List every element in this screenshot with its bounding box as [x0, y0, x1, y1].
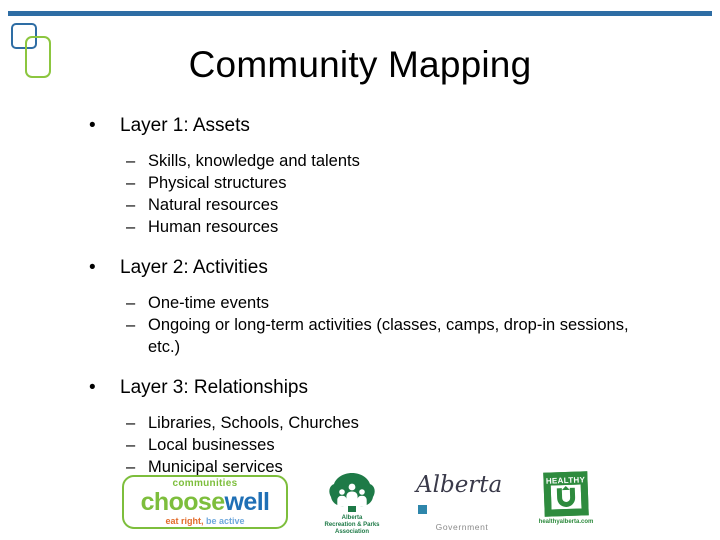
- list-item: – One-time events: [0, 292, 720, 314]
- list-item-text: Natural resources: [148, 196, 279, 214]
- choosewell-logo: communities choosewell eat right, be act…: [122, 475, 288, 529]
- bullet-icon: •: [89, 115, 96, 136]
- choosewell-word-choose: choose: [140, 488, 226, 516]
- healthy-u-letter: [550, 483, 582, 513]
- layer-heading-text: Layer 1: Assets: [120, 115, 250, 136]
- header-accent-bar: [8, 11, 712, 16]
- list-item-text: One-time events: [148, 294, 270, 312]
- dash-icon: –: [126, 294, 136, 312]
- alberta-government-subtitle: Government: [435, 521, 489, 532]
- alberta-wordmark: Alberta: [416, 473, 508, 521]
- alberta-wordmark-text: Alberta: [416, 471, 503, 498]
- layer-block-2: • Layer 2: Activities – One-time events …: [0, 254, 720, 358]
- layer-heading-2: • Layer 2: Activities: [0, 254, 720, 281]
- dash-icon: –: [126, 218, 136, 236]
- healthy-u-logo: HEALTHY healthyalberta.com: [534, 471, 598, 532]
- bullet-icon: •: [89, 257, 96, 278]
- tree-icon: [327, 472, 377, 514]
- alberta-recreation-parks-logo: Alberta Recreation & Parks Association: [314, 472, 390, 535]
- list-item-text: Ongoing or long-term activities (classes…: [148, 316, 629, 356]
- list-item-text: Libraries, Schools, Churches: [148, 414, 359, 432]
- arpa-line-2: Recreation & Parks: [324, 522, 380, 528]
- bullet-icon: •: [89, 377, 96, 398]
- dash-icon: –: [126, 196, 136, 214]
- healthy-u-url: healthyalberta.com: [538, 519, 594, 525]
- choosewell-tagline: eat right, be active: [165, 516, 244, 526]
- alberta-government-logo: Alberta Government: [416, 473, 508, 532]
- list-item: – Physical structures: [0, 172, 720, 194]
- list-item-text: Physical structures: [148, 174, 287, 192]
- arpa-line-1: Alberta: [341, 515, 363, 521]
- layer-block-1: • Layer 1: Assets – Skills, knowledge an…: [0, 112, 720, 238]
- layer-heading-text: Layer 2: Activities: [120, 257, 268, 278]
- arpa-name: Alberta Recreation & Parks Association: [324, 515, 379, 536]
- choosewell-tagline-first: eat right,: [165, 516, 204, 526]
- alberta-square-icon: [418, 504, 427, 514]
- choosewell-tagline-second: be active: [203, 516, 245, 526]
- list-item: – Local businesses: [0, 434, 720, 456]
- arpa-line-3: Association: [334, 529, 369, 535]
- footer-logo-strip: communities choosewell eat right, be act…: [0, 469, 720, 535]
- choosewell-word-well: well: [224, 488, 270, 516]
- layer-heading-text: Layer 3: Relationships: [120, 377, 308, 398]
- dash-icon: –: [126, 174, 136, 192]
- dash-icon: –: [126, 316, 136, 334]
- list-item: – Human resources: [0, 216, 720, 238]
- dash-icon: –: [126, 436, 136, 454]
- list-item-text: Human resources: [148, 218, 279, 236]
- dash-icon: –: [126, 152, 136, 170]
- layer-block-3: • Layer 3: Relationships – Libraries, Sc…: [0, 374, 720, 478]
- choosewell-top-text: communities: [172, 478, 238, 489]
- list-item: – Skills, knowledge and talents: [0, 150, 720, 172]
- list-item: – Ongoing or long-term activities (class…: [0, 314, 720, 358]
- list-item-text: Local businesses: [148, 436, 275, 454]
- healthy-u-badge: HEALTHY: [543, 471, 589, 517]
- list-item: – Natural resources: [0, 194, 720, 216]
- page-title: Community Mapping: [188, 44, 532, 85]
- layer-heading-1: • Layer 1: Assets: [0, 112, 720, 139]
- list-item: – Libraries, Schools, Churches: [0, 412, 720, 434]
- dash-icon: –: [126, 414, 136, 432]
- choosewell-wordmark: choosewell: [141, 490, 270, 515]
- list-item-text: Skills, knowledge and talents: [148, 152, 360, 170]
- slide-body: • Layer 1: Assets – Skills, knowledge an…: [0, 112, 720, 480]
- layer-heading-3: • Layer 3: Relationships: [0, 374, 720, 401]
